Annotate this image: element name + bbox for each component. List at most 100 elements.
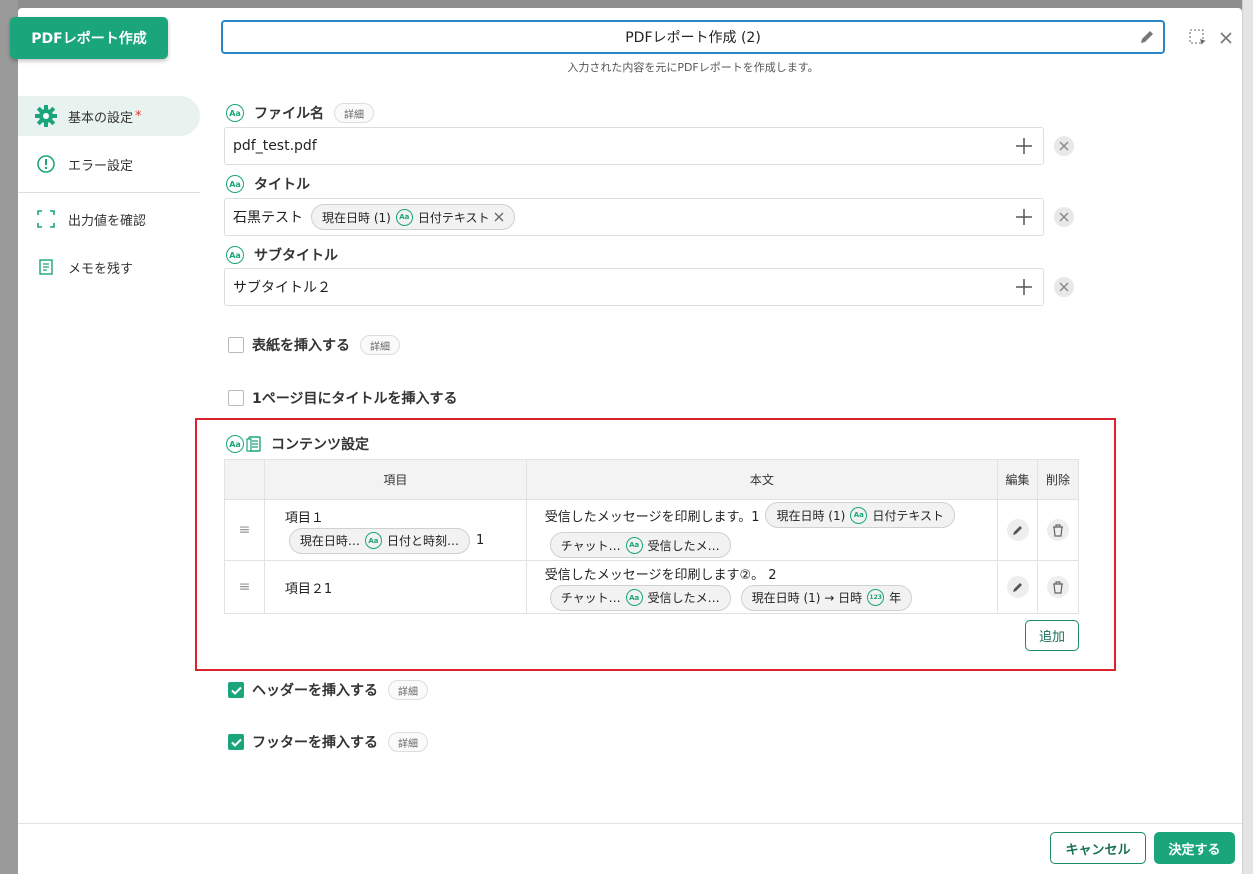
trash-icon — [1053, 580, 1063, 594]
edit-button[interactable] — [1006, 576, 1029, 598]
footer-label: フッターを挿入する — [252, 735, 378, 751]
chip-source: 現在日時 (1) — [776, 508, 846, 523]
variable-chip[interactable]: 現在日時 (1) Aa 日付テキスト — [765, 502, 955, 528]
title-text: 石黒テスト — [233, 210, 303, 226]
add-content-button[interactable]: 追加 — [1025, 620, 1079, 651]
close-icon[interactable] — [1216, 28, 1236, 48]
subtitle-clear-button[interactable] — [1054, 277, 1074, 297]
variable-chip[interactable]: チャット… Aa 受信したメ… — [549, 584, 731, 611]
cover-option[interactable]: 表紙を挿入する 詳細 — [228, 335, 400, 355]
pencil-icon[interactable] — [1139, 29, 1155, 45]
footer-option[interactable]: フッターを挿入する 詳細 — [228, 732, 428, 752]
subtitle-field[interactable]: サブタイトル２ — [224, 268, 1044, 306]
table-row: ≡ 項目１ 現在日時… Aa 日付と時刻… 1 受信したメッセージを印刷します。1 … — [224, 499, 1079, 561]
sidebar-item-label: 基本の設定 — [68, 110, 134, 126]
contents-title-row: Aa コンテンツ設定 — [226, 434, 369, 454]
cover-checkbox[interactable] — [228, 337, 244, 353]
edit-button[interactable] — [1006, 519, 1029, 541]
filename-field[interactable]: pdf_test.pdf — [224, 127, 1044, 165]
plus-icon[interactable] — [1015, 208, 1033, 226]
contents-title: コンテンツ設定 — [271, 437, 369, 453]
header-checkbox[interactable] — [228, 682, 244, 698]
header-option[interactable]: ヘッダーを挿入する 詳細 — [228, 680, 428, 700]
row-edit-cell — [997, 560, 1039, 614]
frame-corners-icon — [34, 207, 58, 231]
check-icon — [230, 738, 242, 747]
select-area-icon[interactable] — [1188, 28, 1208, 48]
chip-source: 現在日時 (1) → 日時 — [751, 591, 863, 605]
item-header: 項目 — [263, 459, 527, 500]
sidebar-item-basic[interactable]: 基本の設定 * — [18, 96, 200, 136]
footer-detail-button[interactable]: 詳細 — [388, 732, 428, 752]
pencil-icon — [1012, 583, 1022, 592]
row-item-cell[interactable]: 項目１ 現在日時… Aa 日付と時刻… 1 — [263, 499, 527, 561]
first-page-title-checkbox[interactable] — [228, 390, 244, 406]
cancel-button[interactable]: キャンセル — [1050, 832, 1146, 864]
header-detail-button[interactable]: 詳細 — [388, 680, 428, 700]
variable-chip[interactable]: 現在日時… Aa 日付と時刻… — [288, 527, 470, 554]
confirm-button[interactable]: 決定する — [1154, 832, 1235, 864]
variable-chip[interactable]: 現在日時 (1) Aa 日付テキスト — [311, 204, 516, 230]
title-label-row: Aa タイトル — [226, 174, 310, 194]
title-label: タイトル — [254, 177, 310, 193]
backdrop-left — [0, 0, 18, 874]
delete-button[interactable] — [1047, 519, 1069, 541]
pencil-icon — [1012, 526, 1022, 535]
row-delete-cell — [1037, 560, 1079, 614]
chip-field: 日付と時刻… — [386, 534, 459, 548]
number-type-icon: 123 — [867, 589, 885, 606]
body-header: 本文 — [525, 459, 999, 500]
row-item-name: 項目１ — [284, 510, 324, 526]
row-body-cell[interactable]: 受信したメッセージを印刷します。1 現在日時 (1) Aa 日付テキスト チャット…… — [525, 499, 999, 561]
edit-header: 編集 — [997, 459, 1039, 500]
sidebar-item-memo[interactable]: メモを残す — [18, 247, 200, 287]
cover-detail-button[interactable]: 詳細 — [360, 335, 400, 355]
title-caption: 入力された内容を元にPDFレポートを作成します。 — [567, 61, 819, 74]
footer-checkbox[interactable] — [228, 734, 244, 750]
variable-chip[interactable]: チャット… Aa 受信したメ… — [549, 532, 731, 558]
variable-chip[interactable]: 現在日時 (1) → 日時 123 年 — [740, 584, 913, 611]
row-item-cell[interactable]: 項目２1 — [263, 560, 527, 614]
chip-field: 受信したメ… — [647, 591, 720, 605]
filename-label: ファイル名 — [254, 106, 324, 122]
sidebar-item-output[interactable]: 出力値を確認 — [18, 199, 200, 239]
document-list-icon — [246, 436, 261, 452]
trash-icon — [1053, 523, 1063, 537]
title-field[interactable]: 石黒テスト 現在日時 (1) Aa 日付テキスト — [224, 198, 1044, 236]
chip-field: 受信したメ… — [647, 538, 720, 553]
chip-field: 日付テキスト — [872, 508, 944, 523]
title-clear-button[interactable] — [1054, 207, 1074, 227]
x-icon — [1059, 282, 1069, 292]
alert-circle-icon — [34, 152, 58, 176]
header-label: ヘッダーを挿入する — [252, 683, 378, 699]
delete-button[interactable] — [1047, 576, 1069, 598]
first-page-title-option[interactable]: 1ページ目にタイトルを挿入する — [228, 388, 457, 408]
text-type-icon: Aa — [226, 175, 244, 193]
backdrop-right — [1242, 0, 1253, 874]
text-type-icon: Aa — [625, 589, 643, 606]
node-title-input[interactable]: PDFレポート作成 (2) — [221, 20, 1165, 54]
sidebar-item-label: エラー設定 — [68, 158, 134, 174]
filename-clear-button[interactable] — [1054, 136, 1074, 156]
node-tag: PDFレポート作成 — [10, 17, 168, 59]
plus-icon[interactable] — [1015, 278, 1033, 296]
drag-handle-icon[interactable]: ≡ — [224, 499, 265, 561]
x-icon — [1059, 141, 1069, 151]
check-icon — [230, 686, 242, 695]
table-row: ≡ 項目２1 受信したメッセージを印刷します②。 2 チャット… Aa 受信したメ…… — [224, 560, 1079, 614]
x-icon[interactable] — [494, 212, 504, 222]
plus-icon[interactable] — [1015, 137, 1033, 155]
delete-header: 削除 — [1037, 459, 1079, 500]
row-body-cell[interactable]: 受信したメッセージを印刷します②。 2 チャット… Aa 受信したメ… 現在日時 (… — [525, 560, 999, 614]
text-type-icon: Aa — [226, 435, 244, 453]
filename-label-row: Aa ファイル名 詳細 — [226, 103, 374, 123]
settings-sidebar: 基本の設定 * エラー設定 出力値を確認 メモを残す — [18, 96, 200, 295]
text-type-icon: Aa — [226, 104, 244, 122]
row-edit-cell — [997, 499, 1039, 561]
filename-detail-button[interactable]: 詳細 — [334, 103, 374, 123]
sidebar-item-error[interactable]: エラー設定 — [18, 144, 200, 184]
chip-source: チャット… — [560, 591, 621, 605]
text-type-icon: Aa — [850, 506, 868, 524]
drag-handle-icon[interactable]: ≡ — [224, 560, 265, 614]
text-type-icon: Aa — [625, 536, 643, 554]
